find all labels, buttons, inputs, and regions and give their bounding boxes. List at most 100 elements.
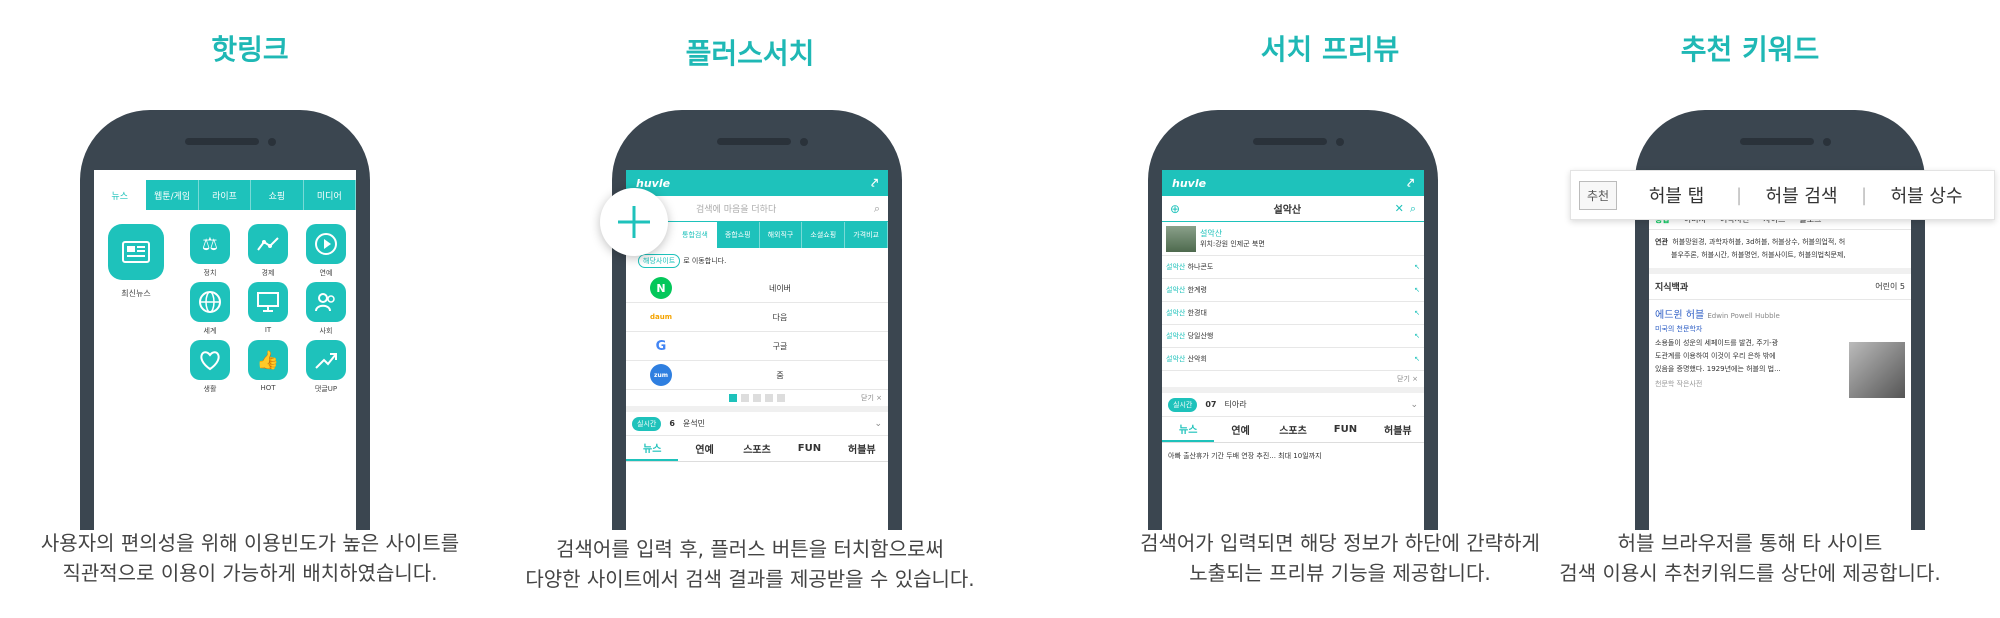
search-input[interactable]: 검색에 마음을 더하다 [696, 202, 874, 215]
suggestion-item[interactable]: 설악산 산악회 ↖ [1162, 348, 1424, 371]
notice-text: 로 이동합니다. [683, 257, 727, 265]
phone-speaker [1740, 138, 1814, 145]
tab-price[interactable]: 가격비교 [845, 222, 888, 248]
tab-fun[interactable]: FUN [1319, 417, 1371, 442]
keyword-item[interactable]: 허블 검색 [1742, 182, 1861, 208]
tab-webtoon[interactable]: 웹툰/게임 [146, 180, 199, 210]
pager-dot[interactable] [777, 394, 785, 402]
tab-sports[interactable]: 스포츠 [731, 436, 783, 461]
tab-huvleview[interactable]: 허블뷰 [836, 436, 888, 461]
panel-title: 추천 키워드 [1680, 33, 1820, 66]
description-line: 검색 이용시 추천키워드를 상단에 제공합니다. [1559, 561, 1941, 585]
close-button[interactable]: 닫기 × [861, 393, 882, 403]
search-icon[interactable]: ⌕ [1410, 202, 1416, 216]
main-icon-label: 최신뉴스 [121, 289, 151, 298]
tab-social[interactable]: 소셜쇼핑 [802, 222, 846, 248]
site-row-zum[interactable]: zum 줌 [626, 361, 888, 390]
tab-fun[interactable]: FUN [783, 436, 835, 461]
heart-icon[interactable] [190, 340, 230, 380]
thumbs-up-icon[interactable]: 👍 [248, 340, 288, 380]
icon-label: 경제 [261, 269, 275, 277]
search-tabs: 통합검색 종합쇼핑 해외직구 소셜쇼핑 가격비교 [674, 222, 888, 248]
description-line: 허블 브라우저를 통해 타 사이트 [1617, 531, 1883, 555]
result-title: 설악산 [1200, 229, 1223, 238]
tab-integrated[interactable]: 통합검색 [674, 222, 717, 248]
related-line[interactable]: 허블망원경, 과학자허블, 3d허블, 허블상수, 허블의업적, 허 [1672, 238, 1845, 246]
app-header: huvle ⤤ [1162, 170, 1424, 196]
play-icon[interactable] [306, 224, 346, 264]
tab-overseas[interactable]: 해외직구 [760, 222, 803, 248]
tab-entertainment[interactable]: 연예 [1214, 417, 1266, 442]
search-bar[interactable]: ⊕ 설악산 ✕ ⌕ [1162, 196, 1424, 222]
tab-media[interactable]: 미디어 [304, 180, 356, 210]
top-result[interactable]: 설악산 위치:강원 인제군 북면 [1162, 222, 1424, 256]
panel-recommend: 추천 키워드 N 허블 ⊗ 🎙 통합 이미지 어학사전 사이트 블로그 ··· [1500, 0, 2000, 618]
keyword-item[interactable]: 허블 상수 [1867, 182, 1986, 208]
arrow-up-left-icon[interactable]: ↖ [1414, 332, 1420, 340]
arrow-up-left-icon[interactable]: ↖ [1414, 286, 1420, 294]
realtime-tag: 실시간 [1168, 397, 1198, 412]
page: 핫링크 뉴스 웹툰/게임 라이프 쇼핑 미디어 최신뉴스 ⚖ 정치 경제 연예 … [0, 0, 2000, 618]
person-name[interactable]: 에드윈 허블 [1655, 310, 1704, 321]
tab-news[interactable]: 뉴스 [94, 180, 147, 210]
clear-icon[interactable]: ✕ [1395, 202, 1404, 215]
arrow-up-left-icon[interactable]: ↖ [1414, 355, 1420, 363]
tab-sports[interactable]: 스포츠 [1267, 417, 1319, 442]
close-button[interactable]: 닫기 × [1397, 374, 1418, 384]
suggestion-item[interactable]: 설악산 한경대 ↖ [1162, 302, 1424, 325]
suggestion-highlight: 설악산 [1166, 332, 1186, 340]
person-text-line: 있음을 증명했다. 1929년에는 허블의 법... [1655, 365, 1781, 373]
plus-icon [618, 206, 650, 238]
keyword-item[interactable]: 허블 탭 [1617, 182, 1736, 208]
pager-dot[interactable] [753, 394, 761, 402]
pager-dot[interactable] [729, 394, 737, 402]
news-headline[interactable]: 아빠 출산휴가 기간 두배 연장 추진... 최대 10일까지 [1162, 443, 1424, 469]
result-subtitle: 위치:강원 인제군 북면 [1200, 240, 1265, 248]
monitor-icon[interactable] [248, 282, 288, 322]
site-row-naver[interactable]: N 네이버 [626, 274, 888, 303]
arrow-up-left-icon[interactable]: ↖ [1414, 309, 1420, 317]
chevron-down-icon[interactable]: ⌄ [874, 419, 882, 429]
tab-news[interactable]: 뉴스 [626, 436, 679, 461]
arrow-up-left-icon[interactable]: ↖ [1414, 263, 1420, 271]
plus-button[interactable] [600, 188, 668, 256]
knowledge-header: 지식백과 어린이 5 [1649, 274, 1911, 300]
people-icon[interactable] [306, 282, 346, 322]
share-icon[interactable]: ⤤ [1407, 176, 1414, 191]
realtime-row[interactable]: 실시간 07 티아라 ⌄ [1162, 393, 1424, 417]
suggestion-item[interactable]: 설악산 당일산행 ↖ [1162, 325, 1424, 348]
newspaper-icon[interactable] [108, 224, 164, 280]
person-text: 소용돌이 성운의 세페이드를 발견, 주기-광 도관계를 이용하여 이것이 우리… [1655, 337, 1845, 376]
scales-icon[interactable]: ⚖ [190, 224, 230, 264]
naver-logo-icon: N [650, 277, 672, 299]
knowledge-card[interactable]: 에드윈 허블 Edwin Powell Hubble 미국의 천문학자 소용돌이… [1649, 300, 1911, 398]
tab-news[interactable]: 뉴스 [1162, 417, 1215, 442]
close-row: 닫기 × [1162, 371, 1424, 393]
site-list: N 네이버 daum 다음 G 구글 zum 줌 [626, 274, 888, 390]
tab-life[interactable]: 라이프 [199, 180, 252, 210]
site-row-google[interactable]: G 구글 [626, 332, 888, 361]
pager-dot[interactable] [765, 394, 773, 402]
tab-entertainment[interactable]: 연예 [678, 436, 730, 461]
trend-icon[interactable] [248, 224, 288, 264]
plus-circle-icon[interactable]: ⊕ [1170, 202, 1180, 216]
suggestion-item[interactable]: 설악산 한계령 ↖ [1162, 279, 1424, 302]
suggestion-rest: 산악회 [1187, 355, 1207, 363]
pager-row: 닫기 × [626, 390, 888, 412]
search-icon[interactable]: ⌕ [874, 202, 880, 216]
tab-shopping[interactable]: 종합쇼핑 [717, 222, 760, 248]
share-icon[interactable]: ⤤ [871, 176, 878, 191]
trending-up-icon[interactable] [306, 340, 346, 380]
tab-huvleview[interactable]: 허블뷰 [1372, 417, 1424, 442]
tab-shopping[interactable]: 쇼핑 [251, 180, 304, 210]
notice-tag: 해당사이트 [638, 254, 681, 268]
knowledge-right[interactable]: 어린이 5 [1875, 281, 1905, 292]
related-line[interactable]: 블우주론, 허블시간, 허블명언, 허블사이트, 허블의법칙문제, [1655, 249, 1905, 262]
suggestion-item[interactable]: 설악산 하나콘도 ↖ [1162, 256, 1424, 279]
chevron-down-icon[interactable]: ⌄ [1410, 400, 1418, 410]
globe-icon[interactable] [190, 282, 230, 322]
pager-dot[interactable] [741, 394, 749, 402]
realtime-row[interactable]: 실시간 6 윤석민 ⌄ [626, 412, 888, 436]
site-row-daum[interactable]: daum 다음 [626, 303, 888, 332]
search-input[interactable]: 설악산 [1180, 201, 1395, 216]
